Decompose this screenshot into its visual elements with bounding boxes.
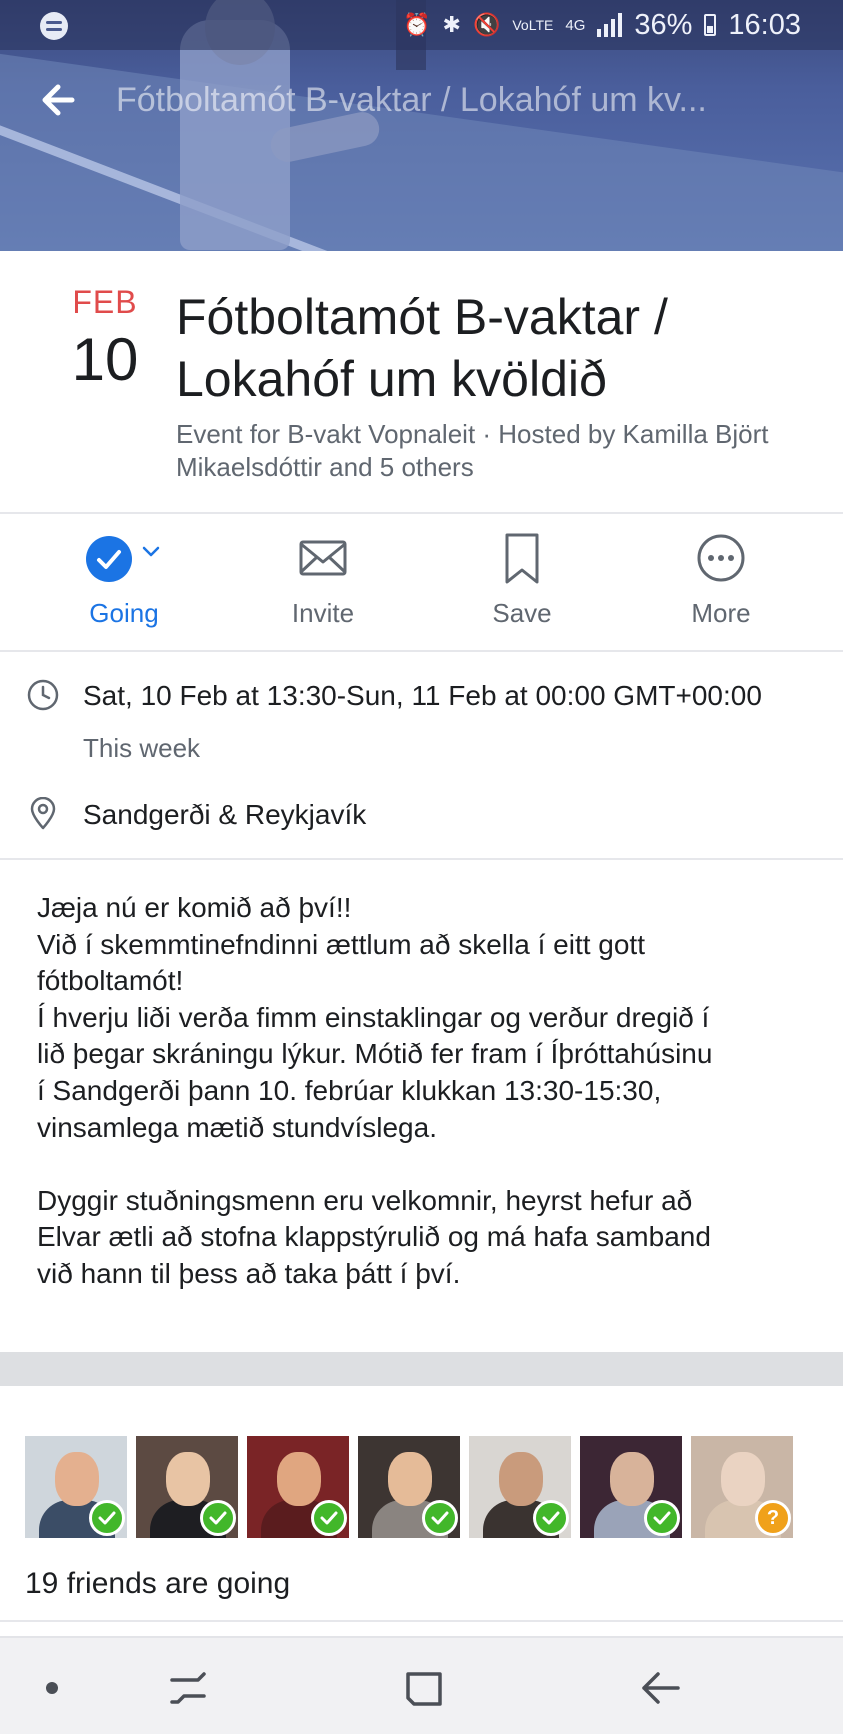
mute-icon: 🔇: [472, 12, 501, 37]
going-check-icon: [311, 1500, 347, 1536]
divider: [0, 512, 843, 514]
going-check-icon: [533, 1500, 569, 1536]
check-svg: [320, 1511, 338, 1525]
going-button[interactable]: Going: [24, 518, 224, 648]
network-icon: 4G: [565, 16, 586, 34]
home-icon[interactable]: [396, 1660, 452, 1716]
friend-avatar[interactable]: [580, 1436, 682, 1538]
signal-icon: [597, 13, 623, 37]
avatar-face: [610, 1452, 654, 1506]
check-svg: [97, 550, 121, 569]
nav-dot-icon[interactable]: [24, 1660, 80, 1716]
clock-icon: [27, 679, 59, 711]
event-location[interactable]: Sandgerði & Reykjavík: [83, 797, 366, 833]
maybe-question-icon: ?: [755, 1500, 791, 1536]
event-date: FEB 10: [40, 282, 170, 396]
back-nav-icon[interactable]: [632, 1660, 688, 1716]
divider: [0, 1620, 843, 1622]
check-svg: [98, 1511, 116, 1525]
friend-avatar[interactable]: [136, 1436, 238, 1538]
check-svg: [209, 1511, 227, 1525]
event-host-info[interactable]: Event for B-vakt Vopnaleit · Hosted by K…: [176, 418, 816, 484]
avatar-face: [388, 1452, 432, 1506]
event-datetime[interactable]: Sat, 10 Feb at 13:30-Sun, 11 Feb at 00:0…: [83, 678, 762, 714]
going-check-icon: [89, 1500, 125, 1536]
description-line: Við í skemmtinefndinni ættlum að skella …: [37, 928, 645, 960]
event-day: 10: [71, 326, 139, 393]
description-line: við hann til þess að taka þátt í því.: [37, 1257, 461, 1289]
question-mark-glyph: ?: [766, 1507, 780, 1529]
invite-button[interactable]: Invite: [223, 518, 423, 648]
event-title-line-1: Fótboltamót B-vaktar /: [176, 289, 668, 345]
avatar-face: [55, 1452, 99, 1506]
divider: [0, 650, 843, 652]
divider: [0, 858, 843, 860]
event-title: Fótboltamót B-vaktar / Lokahóf um kvöldi…: [176, 286, 816, 410]
friend-avatar[interactable]: [358, 1436, 460, 1538]
description-line: lið þegar skráningu lýkur. Mótið fer fra…: [37, 1038, 713, 1070]
recent-apps-icon[interactable]: [160, 1660, 216, 1716]
clock: 16:03: [728, 8, 801, 41]
envelope-icon: [299, 540, 347, 576]
check-svg: [653, 1511, 671, 1525]
description-paragraph: Jæja nú er komið að því!! Við í skemmtine…: [37, 890, 817, 1146]
going-check-icon: [422, 1500, 458, 1536]
more-label: More: [691, 598, 751, 628]
description-line: Elvar ætli að stofna klappstýrulið og má…: [37, 1221, 711, 1253]
battery-icon: [704, 14, 717, 36]
status-icons: ⏰ ✱ 🔇 VoLTE 4G 36% 16:03: [403, 8, 801, 42]
event-actions: Going Invite Save More: [0, 518, 843, 648]
event-host-line-1: Event for B-vakt Vopnaleit · Hosted by K…: [176, 419, 769, 449]
save-label: Save: [492, 598, 552, 628]
check-circle-icon: [86, 536, 132, 582]
friend-avatar[interactable]: [25, 1436, 127, 1538]
event-month: FEB: [72, 284, 138, 320]
save-button[interactable]: Save: [422, 518, 622, 648]
going-check-icon: [200, 1500, 236, 1536]
description-line: í Sandgerði þann 10. febrúar klukkan 13:…: [37, 1074, 662, 1106]
invite-label: Invite: [291, 598, 355, 628]
description-line: Í hverju liði verða fimm einstaklingar o…: [37, 1001, 710, 1033]
more-button[interactable]: More: [621, 518, 821, 648]
event-host-line-2: Mikaelsdóttir and 5 others: [176, 452, 474, 482]
avatar-face: [166, 1452, 210, 1506]
battery-percent: 36%: [634, 8, 693, 41]
cover-photo[interactable]: ⏰ ✱ 🔇 VoLTE 4G 36% 16:03 Fótboltamót B-v…: [0, 0, 843, 251]
check-svg: [431, 1511, 449, 1525]
description-line: Jæja nú er komið að því!!: [37, 892, 352, 923]
event-description: Jæja nú er komið að því!! Við í skemmtine…: [37, 890, 817, 1293]
bookmark-icon: [505, 533, 539, 584]
more-icon: [697, 534, 745, 582]
friends-going-list[interactable]: ?: [25, 1436, 825, 1538]
friend-avatar[interactable]: [247, 1436, 349, 1538]
spotify-icon: [40, 12, 68, 40]
friends-going-count[interactable]: 19 friends are going: [25, 1564, 290, 1604]
volte-icon: VoLTE: [512, 17, 554, 33]
description-line: fótboltamót!: [37, 965, 184, 997]
avatar-face: [721, 1452, 765, 1506]
top-app-bar: Fótboltamót B-vaktar / Lokahóf um kv...: [0, 50, 843, 150]
event-title-line-2: Lokahóf um kvöldið: [176, 351, 607, 407]
status-bar: ⏰ ✱ 🔇 VoLTE 4G 36% 16:03: [0, 0, 843, 50]
avatar-face: [277, 1452, 321, 1506]
description-paragraph: Dyggir stuðningsmenn eru velkomnir, heyr…: [37, 1183, 817, 1293]
location-pin-icon: [30, 797, 56, 830]
avatar-face: [499, 1452, 543, 1506]
going-check-icon: [644, 1500, 680, 1536]
back-arrow-icon[interactable]: [38, 78, 78, 122]
header-title: Fótboltamót B-vaktar / Lokahóf um kv...: [116, 81, 707, 119]
bluetooth-icon: ✱: [442, 12, 461, 37]
section-separator: [0, 1352, 843, 1386]
friend-avatar[interactable]: ?: [691, 1436, 793, 1538]
event-relative-time: This week: [83, 733, 201, 763]
description-line: vinsamlega mætið stundvíslega.: [37, 1111, 437, 1143]
description-line: Dyggir stuðningsmenn eru velkomnir, heyr…: [37, 1184, 693, 1216]
going-label: Going: [89, 598, 159, 628]
back-arrow-svg: [42, 84, 75, 116]
system-nav-bar: [0, 1636, 843, 1734]
chevron-down-icon: [142, 546, 160, 557]
alarm-icon: ⏰: [403, 12, 431, 37]
friend-avatar[interactable]: [469, 1436, 571, 1538]
check-svg: [542, 1511, 560, 1525]
